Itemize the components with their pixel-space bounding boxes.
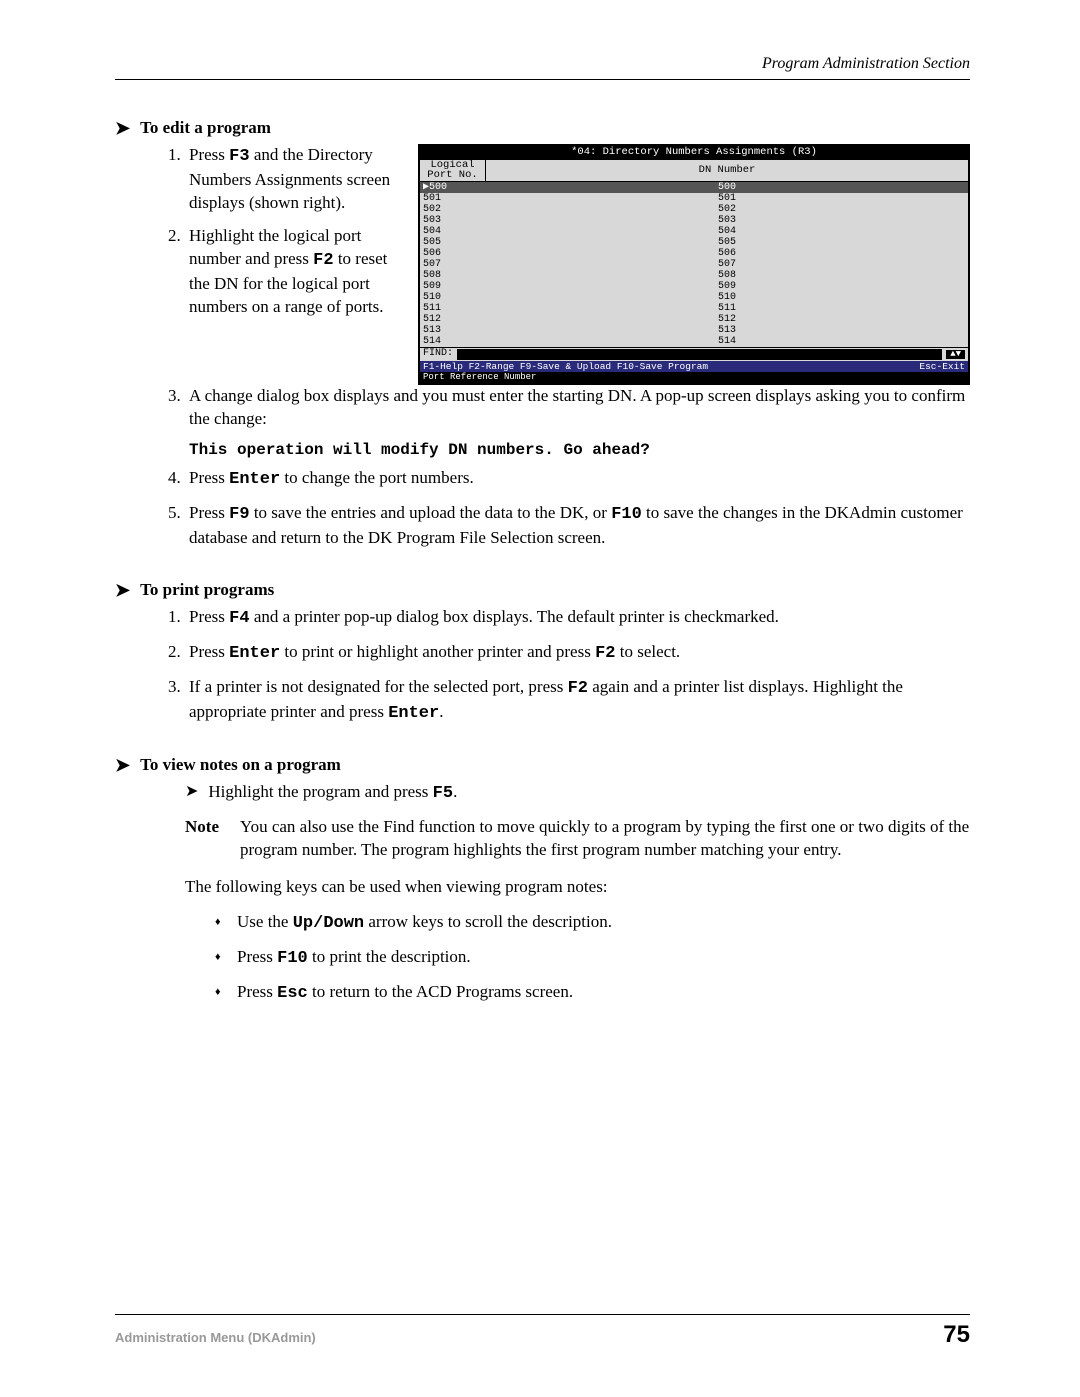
print-step-2: Press Enter to print or highlight anothe… [185,641,970,666]
text: Press [189,503,229,522]
key-f2: F2 [313,251,333,270]
view-substep: ➤ Highlight the program and press F5. [185,781,970,806]
shot-footer-left: F1-Help F2-Range F9-Save & Upload F10-Sa… [423,362,708,372]
table-row: 504504 [420,226,968,237]
key-enter: Enter [229,470,280,489]
page-header: Program Administration Section [115,55,970,80]
col-dn: DN Number [486,160,968,181]
page-footer: Administration Menu (DKAdmin) 75 [115,1314,970,1349]
key-esc: Esc [277,984,308,1003]
key-updown: Up/Down [293,914,364,933]
find-label: FIND: [423,349,453,359]
edit-step-4: Press Enter to change the port numbers. [185,467,970,492]
view-bullet-1: Use the Up/Down arrow keys to scroll the… [215,911,970,936]
view-bullet-3: Press Esc to return to the ACD Programs … [215,981,970,1006]
table-row: 513513 [420,325,968,336]
edit-step-2: Highlight the logical port number and pr… [185,225,400,319]
text: Press [189,642,229,661]
table-row: 512512 [420,314,968,325]
footer-left: Administration Menu (DKAdmin) [115,1330,316,1345]
heading-view-text: To view notes on a program [140,755,341,775]
table-row: 506506 [420,248,968,259]
table-row: 507507 [420,259,968,270]
table-row: 509509 [420,281,968,292]
text: arrow keys to scroll the description. [364,912,612,931]
text: to print the description. [308,947,471,966]
print-step-1: Press F4 and a printer pop-up dialog box… [185,606,970,631]
shot-footer-right: Esc-Exit [919,362,965,372]
table-row: 508508 [420,270,968,281]
key-f10: F10 [611,505,642,524]
shot-find-row: FIND: ▲▼ [420,347,968,361]
heading-edit-text: To edit a program [140,118,271,138]
text: If a printer is not designated for the s… [189,677,568,696]
text: to save the entries and upload the data … [250,503,612,522]
text: Press [189,607,229,626]
text: to return to the ACD Programs screen. [308,982,573,1001]
text: to select. [616,642,681,661]
note-label: Note [185,816,240,862]
edit-step-1: Press F3 and the Directory Numbers Assig… [185,144,400,215]
view-intro: The following keys can be used when view… [185,876,970,899]
key-enter: Enter [229,644,280,663]
table-row: ▶500500 [420,182,968,193]
text: Press [189,145,229,164]
view-bullet-2: Press F10 to print the description. [215,946,970,971]
key-f2: F2 [595,644,615,663]
text: Highlight the program and press [208,782,432,801]
col-portno: Port No. [423,170,482,181]
table-row: 514514 [420,336,968,347]
text: and a printer pop-up dialog box displays… [250,607,779,626]
key-f3: F3 [229,147,249,166]
arrow-icon: ➤ [115,756,130,774]
key-f2: F2 [568,679,588,698]
dn-assignments-screenshot: *04: Directory Numbers Assignments (R3) … [418,144,970,385]
table-row: 511511 [420,303,968,314]
heading-print-text: To print programs [140,580,274,600]
text: Press [237,947,277,966]
print-step-3: If a printer is not designated for the s… [185,676,970,726]
shot-columns: Logical Port No. DN Number [420,160,968,182]
arrow-icon: ➤ [115,581,130,599]
note-row: Note You can also use the Find function … [185,816,970,862]
text: Press [237,982,277,1001]
note-text: You can also use the Find function to mo… [240,816,970,862]
find-input-box [457,349,942,360]
key-f10: F10 [277,949,308,968]
heading-edit: ➤ To edit a program [115,118,970,138]
text: . [453,782,457,801]
edit-step-5: Press F9 to save the entries and upload … [185,502,970,550]
table-row: 510510 [420,292,968,303]
arrow-icon: ➤ [115,119,130,137]
text: . [439,702,443,721]
table-row: 505505 [420,237,968,248]
key-f4: F4 [229,609,249,628]
text: Use the [237,912,293,931]
heading-print: ➤ To print programs [115,580,970,600]
table-row: 503503 [420,215,968,226]
scroll-indicator-icon: ▲▼ [946,350,965,359]
text: to print or highlight another printer an… [280,642,595,661]
table-row: 501501 [420,193,968,204]
key-enter: Enter [388,704,439,723]
text: A change dialog box displays and you mus… [189,386,965,428]
footer-page-number: 75 [943,1321,970,1349]
confirm-message: This operation will modify DN numbers. G… [189,441,970,459]
shot-subfooter: Port Reference Number [420,372,968,383]
text: to change the port numbers. [280,468,474,487]
shot-body: ▶500500501501502502503503504504505505506… [420,182,968,347]
key-f9: F9 [229,505,249,524]
table-row: 502502 [420,204,968,215]
key-f5: F5 [433,784,453,803]
edit-step-3: A change dialog box displays and you mus… [185,385,970,431]
shot-title: *04: Directory Numbers Assignments (R3) [420,146,968,160]
shot-footer: F1-Help F2-Range F9-Save & Upload F10-Sa… [420,361,968,373]
text: Press [189,468,229,487]
arrow-icon: ➤ [185,781,198,806]
heading-view: ➤ To view notes on a program [115,755,970,775]
